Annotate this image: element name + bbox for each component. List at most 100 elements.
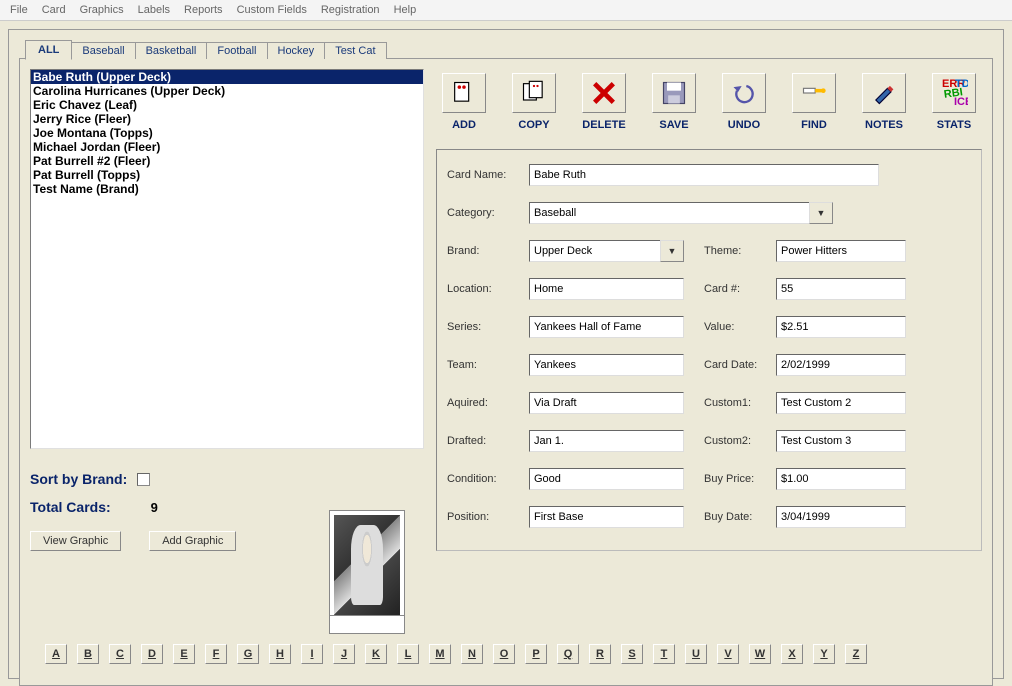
- menu-item-labels[interactable]: Labels: [132, 2, 176, 18]
- svg-text:ICE: ICE: [954, 96, 968, 107]
- list-item[interactable]: Michael Jordan (Fleer): [31, 140, 423, 154]
- alpha-button-u[interactable]: U: [685, 644, 707, 664]
- alpha-button-d[interactable]: D: [141, 644, 163, 664]
- alpha-button-v[interactable]: V: [717, 644, 739, 664]
- dropdown-arrow-icon[interactable]: ▼: [660, 240, 684, 262]
- alpha-button-g[interactable]: G: [237, 644, 259, 664]
- alpha-button-z[interactable]: Z: [845, 644, 867, 664]
- alpha-button-b[interactable]: B: [77, 644, 99, 664]
- team-input[interactable]: [529, 354, 684, 376]
- delete-button[interactable]: DELETE: [576, 73, 632, 131]
- alpha-button-c[interactable]: C: [109, 644, 131, 664]
- alpha-button-x[interactable]: X: [781, 644, 803, 664]
- drafted-input[interactable]: [529, 430, 684, 452]
- menu-item-registration[interactable]: Registration: [315, 2, 386, 18]
- alpha-button-y[interactable]: Y: [813, 644, 835, 664]
- add-button[interactable]: ADD: [436, 73, 492, 131]
- value-input[interactable]: [776, 316, 906, 338]
- position-input[interactable]: [529, 506, 684, 528]
- alpha-button-k[interactable]: K: [365, 644, 387, 664]
- condition-input[interactable]: [529, 468, 684, 490]
- card-no-input[interactable]: [776, 278, 906, 300]
- alpha-button-a[interactable]: A: [45, 644, 67, 664]
- condition-label: Condition:: [447, 473, 521, 485]
- menu-item-help[interactable]: Help: [388, 2, 423, 18]
- stats-button[interactable]: ERRTD'RBIICESTATS: [926, 73, 982, 131]
- alpha-button-o[interactable]: O: [493, 644, 515, 664]
- alpha-button-e[interactable]: E: [173, 644, 195, 664]
- copy-button[interactable]: COPY: [506, 73, 562, 131]
- buy-date-input[interactable]: [776, 506, 906, 528]
- menu-item-reports[interactable]: Reports: [178, 2, 229, 18]
- alpha-button-w[interactable]: W: [749, 644, 771, 664]
- category-tabs: ALLBaseballBasketballFootballHockeyTest …: [25, 40, 993, 59]
- list-item[interactable]: Babe Ruth (Upper Deck): [31, 70, 423, 84]
- add-icon: [442, 73, 486, 113]
- list-item[interactable]: Eric Chavez (Leaf): [31, 98, 423, 112]
- notes-button[interactable]: NOTES: [856, 73, 912, 131]
- brand-input[interactable]: [529, 240, 660, 262]
- list-item[interactable]: Jerry Rice (Fleer): [31, 112, 423, 126]
- series-input[interactable]: [529, 316, 684, 338]
- alpha-button-s[interactable]: S: [621, 644, 643, 664]
- sort-by-brand-checkbox[interactable]: [137, 473, 150, 486]
- tab-test-cat[interactable]: Test Cat: [324, 42, 386, 59]
- list-item[interactable]: Test Name (Brand): [31, 182, 423, 196]
- brand-combo[interactable]: ▼: [529, 240, 684, 262]
- action-toolbar: ADDCOPYDELETESAVEUNDOFINDNOTESERRTD'RBII…: [436, 73, 982, 131]
- alpha-button-t[interactable]: T: [653, 644, 675, 664]
- right-column: ADDCOPYDELETESAVEUNDOFINDNOTESERRTD'RBII…: [436, 69, 982, 675]
- theme-label: Theme:: [704, 245, 768, 257]
- aquired-label: Aquired:: [447, 397, 521, 409]
- add-graphic-button[interactable]: Add Graphic: [149, 531, 236, 551]
- alpha-button-f[interactable]: F: [205, 644, 227, 664]
- save-button[interactable]: SAVE: [646, 73, 702, 131]
- tab-football[interactable]: Football: [206, 42, 267, 59]
- card-form: Card Name: Category: ▼ Brand:: [436, 149, 982, 551]
- find-button[interactable]: FIND: [786, 73, 842, 131]
- dropdown-arrow-icon[interactable]: ▼: [809, 202, 833, 224]
- alpha-button-m[interactable]: M: [429, 644, 451, 664]
- menu-item-card[interactable]: Card: [36, 2, 72, 18]
- list-item[interactable]: Pat Burrell (Topps): [31, 168, 423, 182]
- custom2-input[interactable]: [776, 430, 906, 452]
- category-combo[interactable]: ▼: [529, 202, 833, 224]
- toolbar-label: SAVE: [646, 119, 702, 131]
- list-item[interactable]: Carolina Hurricanes (Upper Deck): [31, 84, 423, 98]
- menu-item-file[interactable]: File: [4, 2, 34, 18]
- save-icon: [652, 73, 696, 113]
- buy-price-input[interactable]: [776, 468, 906, 490]
- alpha-button-h[interactable]: H: [269, 644, 291, 664]
- card-date-input[interactable]: [776, 354, 906, 376]
- alpha-button-p[interactable]: P: [525, 644, 547, 664]
- alpha-button-i[interactable]: I: [301, 644, 323, 664]
- value-label: Value:: [704, 321, 768, 333]
- alpha-button-q[interactable]: Q: [557, 644, 579, 664]
- aquired-input[interactable]: [529, 392, 684, 414]
- alpha-button-j[interactable]: J: [333, 644, 355, 664]
- list-item[interactable]: Joe Montana (Topps): [31, 126, 423, 140]
- tab-all[interactable]: ALL: [25, 40, 72, 60]
- view-graphic-button[interactable]: View Graphic: [30, 531, 121, 551]
- alpha-button-l[interactable]: L: [397, 644, 419, 664]
- alpha-button-n[interactable]: N: [461, 644, 483, 664]
- menu-item-custom-fields[interactable]: Custom Fields: [231, 2, 313, 18]
- toolbar-label: STATS: [926, 119, 982, 131]
- alpha-button-r[interactable]: R: [589, 644, 611, 664]
- tab-baseball[interactable]: Baseball: [71, 42, 135, 59]
- menu-item-graphics[interactable]: Graphics: [74, 2, 130, 18]
- card-name-input[interactable]: [529, 164, 879, 186]
- location-input[interactable]: [529, 278, 684, 300]
- team-label: Team:: [447, 359, 521, 371]
- undo-button[interactable]: UNDO: [716, 73, 772, 131]
- location-label: Location:: [447, 283, 521, 295]
- notes-icon: [862, 73, 906, 113]
- toolbar-label: FIND: [786, 119, 842, 131]
- theme-input[interactable]: [776, 240, 906, 262]
- card-listbox[interactable]: Babe Ruth (Upper Deck)Carolina Hurricane…: [30, 69, 424, 449]
- tab-hockey[interactable]: Hockey: [267, 42, 326, 59]
- custom1-input[interactable]: [776, 392, 906, 414]
- list-item[interactable]: Pat Burrell #2 (Fleer): [31, 154, 423, 168]
- tab-basketball[interactable]: Basketball: [135, 42, 208, 59]
- category-input[interactable]: [529, 202, 809, 224]
